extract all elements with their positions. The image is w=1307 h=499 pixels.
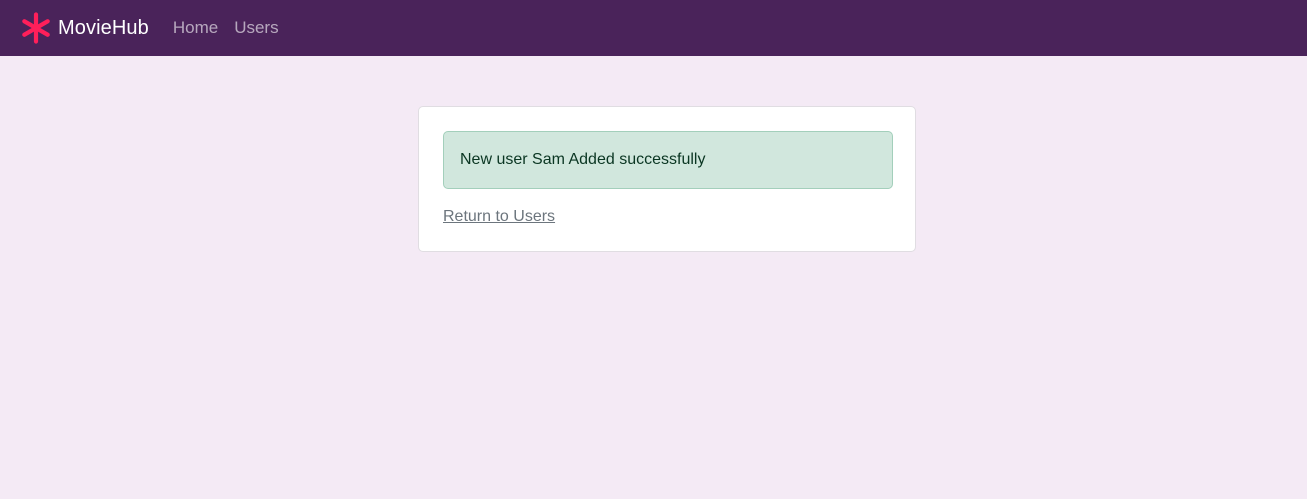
main-content: New user Sam Added successfully Return t… bbox=[0, 56, 1307, 499]
brand-name: MovieHub bbox=[58, 16, 149, 39]
top-navbar: MovieHub Home Users bbox=[0, 0, 1307, 56]
result-card: New user Sam Added successfully Return t… bbox=[418, 106, 916, 252]
nav-link-home[interactable]: Home bbox=[173, 18, 218, 38]
asterisk-logo-icon bbox=[20, 12, 52, 44]
success-alert: New user Sam Added successfully bbox=[443, 131, 893, 189]
nav-link-users[interactable]: Users bbox=[234, 18, 278, 38]
brand-link[interactable]: MovieHub bbox=[20, 12, 149, 44]
return-to-users-link[interactable]: Return to Users bbox=[443, 208, 555, 226]
alert-message: New user Sam Added successfully bbox=[460, 151, 706, 168]
